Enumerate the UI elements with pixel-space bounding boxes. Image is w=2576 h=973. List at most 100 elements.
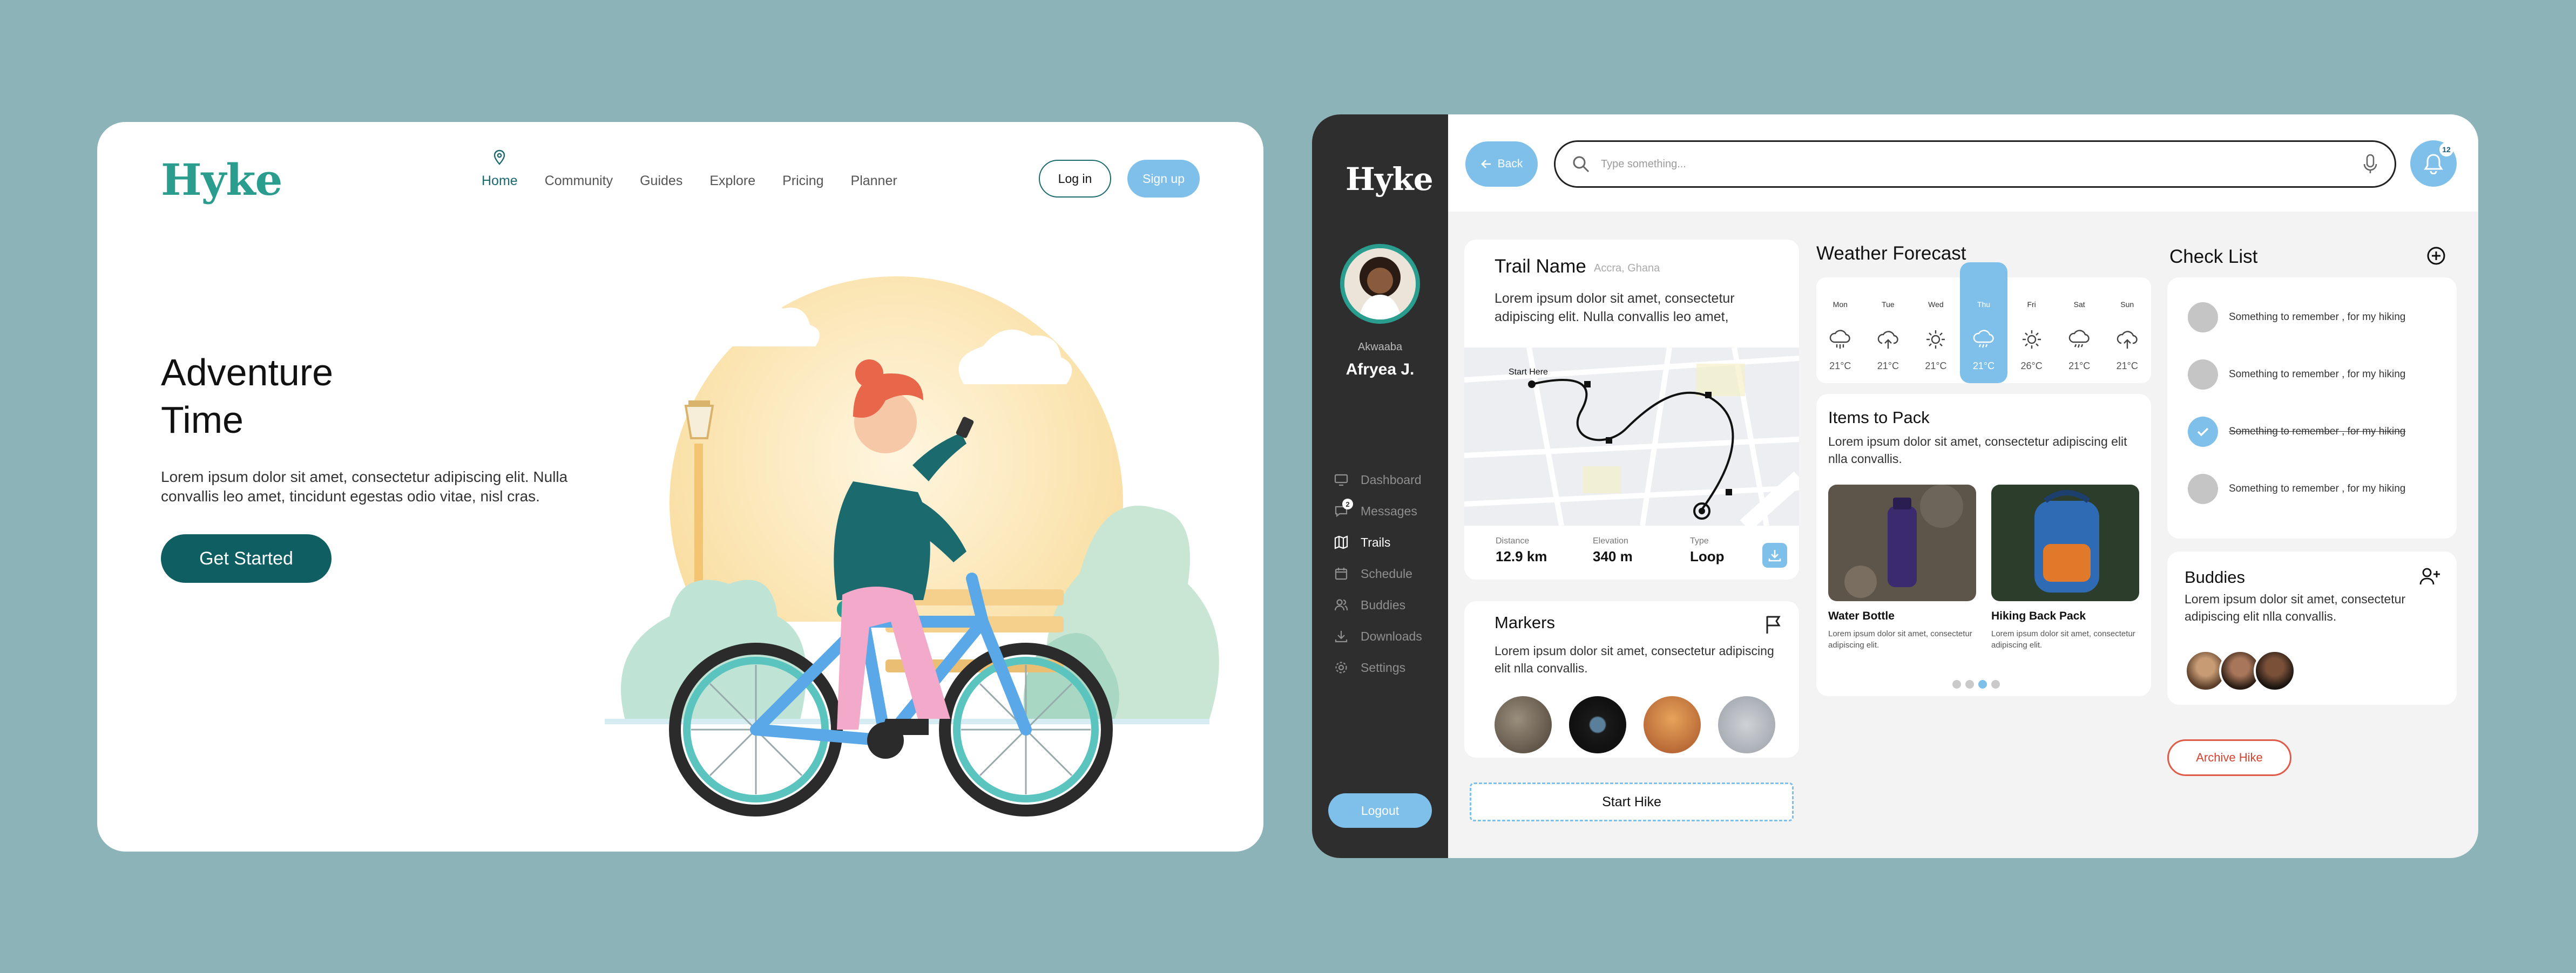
carousel-dots [1952, 680, 2000, 689]
sidebar-item-dashboard[interactable]: Dashboard [1334, 464, 1422, 495]
marker-thumbnails [1495, 696, 1775, 753]
checkmark-icon [2197, 427, 2209, 437]
logout-button[interactable]: Logout [1328, 793, 1432, 828]
brand-logo[interactable]: Hyke [1346, 161, 1434, 198]
trail-map[interactable]: Start Here [1464, 347, 1799, 532]
user-avatar-image [1344, 248, 1416, 319]
water-bottle-image[interactable] [1828, 485, 1976, 601]
buddy-avatar[interactable] [2254, 650, 2296, 692]
weather-day-wed[interactable]: Wed 21°C [1912, 277, 1960, 383]
carousel-dot[interactable] [1991, 680, 2000, 689]
flag-icon[interactable] [1764, 614, 1783, 635]
search-bar[interactable]: Type something... [1554, 140, 2396, 188]
top-bar: Back Type something... 12 [1448, 114, 2478, 212]
nav-explore[interactable]: Explore [709, 173, 755, 189]
sidebar-item-schedule[interactable]: Schedule [1334, 558, 1422, 589]
search-icon [1573, 156, 1590, 173]
nav-planner[interactable]: Planner [851, 173, 897, 189]
carousel-dot-active[interactable] [1978, 680, 1987, 689]
hero-title: Adventure Time [161, 351, 334, 441]
water-bottle-picture [1828, 485, 1976, 601]
item-desc-backpack: Lorem ipsum dolor sit amet, consectetur … [1991, 629, 2135, 650]
checklist-item[interactable]: Something to remember , for my hiking [2188, 474, 2405, 504]
map-icon [1334, 535, 1348, 549]
notifications-button[interactable]: 12 [2410, 140, 2457, 187]
stat-distance: Distance 12.9 km [1496, 536, 1547, 564]
rain-icon [1830, 330, 1850, 349]
trail-description: Lorem ipsum dolor sit amet, consectetur … [1495, 291, 1735, 324]
weather-day-mon[interactable]: Mon 21°C [1816, 277, 1864, 383]
carousel-dot[interactable] [1965, 680, 1974, 689]
weather-days: Mon 21°C Tue 21°C Wed 21°C Thu 21°C Fri … [1816, 262, 2151, 383]
nav-pricing[interactable]: Pricing [782, 173, 823, 189]
backpack-picture [1991, 485, 2139, 601]
checkbox[interactable] [2188, 474, 2218, 504]
checkbox[interactable] [2188, 359, 2218, 390]
item-name-backpack: Hiking Back Pack [1991, 610, 2086, 622]
checklist-item[interactable]: Something to remember , for my hiking [2188, 302, 2405, 332]
sidebar-item-settings[interactable]: Settings [1334, 652, 1422, 683]
items-title: Items to Pack [1828, 408, 1930, 427]
login-button[interactable]: Log in [1039, 160, 1111, 198]
sidebar-item-messages[interactable]: 2 Messages [1334, 495, 1422, 527]
monitor-icon [1334, 474, 1348, 486]
users-icon [1334, 599, 1348, 611]
buddies-title: Buddies [2185, 568, 2246, 587]
add-circle-icon[interactable] [2426, 246, 2446, 266]
buddies-card: Buddies Lorem ipsum dolor sit amet, cons… [2167, 552, 2457, 705]
download-trail-button[interactable] [1762, 543, 1787, 568]
gear-icon [1335, 662, 1347, 673]
markers-card: Markers Lorem ipsum dolor sit amet, cons… [1464, 601, 1799, 758]
checklist-item[interactable]: Something to remember , for my hiking [2188, 359, 2405, 390]
carousel-dot[interactable] [1952, 680, 1961, 689]
weather-day-tue[interactable]: Tue 21°C [1864, 277, 1912, 383]
cloud-up-icon [1877, 331, 1898, 349]
marker-thumb-autumn[interactable] [1644, 696, 1701, 753]
checkbox-checked[interactable] [2188, 417, 2218, 447]
notification-count: 12 [2439, 142, 2453, 157]
checklist-card: Something to remember , for my hiking So… [2167, 277, 2457, 539]
search-input[interactable]: Type something... [1601, 158, 2351, 171]
trail-stats: Distance 12.9 km Elevation 340 m Type Loop [1464, 531, 1799, 580]
weather-day-sat[interactable]: Sat 21°C [2056, 277, 2104, 383]
nav-guides[interactable]: Guides [640, 173, 682, 189]
microphone-icon[interactable] [2362, 153, 2378, 175]
marker-thumb-forest[interactable] [1495, 696, 1552, 753]
checkbox[interactable] [2188, 302, 2218, 332]
weather-day-thu[interactable]: Thu 21°C [1959, 262, 2008, 383]
items-to-pack-card: Items to Pack Lorem ipsum dolor sit amet… [1816, 394, 2151, 696]
add-user-icon[interactable] [2419, 567, 2440, 586]
brand-logo[interactable]: Hyke [161, 154, 282, 205]
sidebar-item-buddies[interactable]: Buddies [1334, 589, 1422, 621]
trail-location: Accra, Ghana [1594, 262, 1660, 274]
back-button[interactable]: Back [1465, 141, 1538, 187]
marker-thumb-sign[interactable] [1569, 696, 1626, 753]
weather-title: Weather Forecast [1816, 243, 1966, 264]
backpack-image[interactable] [1991, 485, 2139, 601]
checklist-item-done[interactable]: Something to remember , for my hiking [2188, 417, 2405, 447]
download-icon [1768, 550, 1781, 562]
stat-elevation: Elevation 340 m [1593, 536, 1633, 564]
item-name-water-bottle: Water Bottle [1828, 610, 1895, 622]
map-start-label: Start Here [1509, 368, 1548, 377]
start-hike-button[interactable]: Start Hike [1470, 783, 1794, 821]
items-description: Lorem ipsum dolor sit amet, consectetur … [1828, 434, 2127, 466]
weather-day-fri[interactable]: Fri 26°C [2007, 277, 2056, 383]
sidebar-item-downloads[interactable]: Downloads [1334, 621, 1422, 652]
weather-day-sun[interactable]: Sun 21°C [2103, 277, 2151, 383]
archive-hike-button[interactable]: Archive Hike [2167, 739, 2291, 776]
get-started-button[interactable]: Get Started [161, 534, 332, 583]
sidebar-menu: Dashboard 2 Messages Trails Schedule Bud… [1334, 464, 1422, 683]
trail-title: Trail Name [1495, 256, 1586, 277]
trail-card: Trail Name Accra, Ghana Lorem ipsum dolo… [1464, 240, 1799, 580]
sidebar-item-trails[interactable]: Trails [1334, 527, 1422, 558]
avatar[interactable] [1340, 244, 1420, 324]
markers-description: Lorem ipsum dolor sit amet, consectetur … [1495, 644, 1774, 675]
landing-page-card: Hyke Home Community Guides Explore Prici… [97, 122, 1263, 852]
nav-community[interactable]: Community [545, 173, 613, 189]
nav-home[interactable]: Home [482, 149, 518, 189]
location-pin-icon [494, 149, 505, 165]
marker-thumb-cross[interactable] [1718, 696, 1775, 753]
cloud-up-icon [2117, 331, 2138, 349]
signup-button[interactable]: Sign up [1127, 160, 1200, 198]
